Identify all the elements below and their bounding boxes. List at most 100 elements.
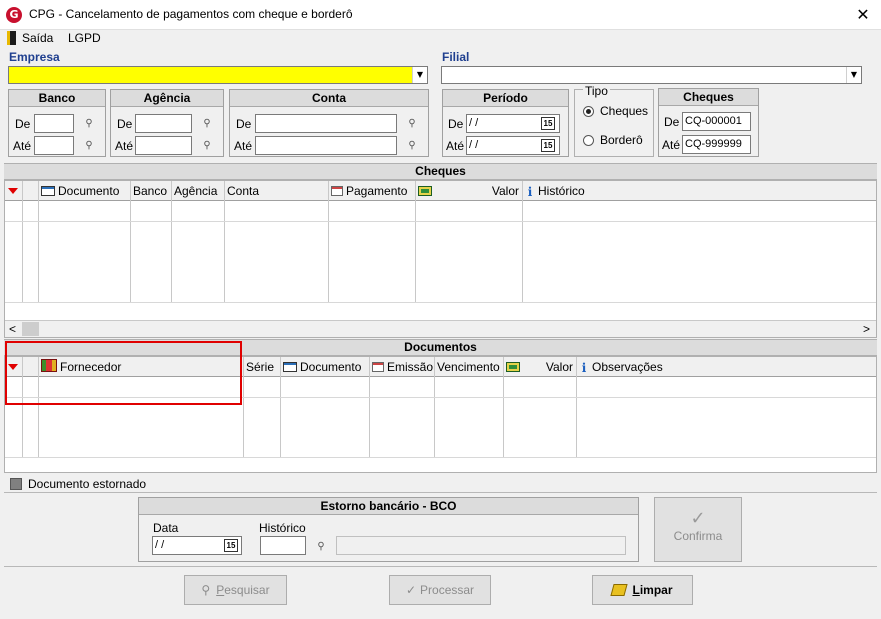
banco-ate-input[interactable] <box>34 136 74 155</box>
check-icon: ✓ <box>690 508 706 529</box>
cheques-h-scrollbar[interactable]: < > <box>5 320 876 337</box>
col-pagamento[interactable]: Pagamento <box>328 181 415 201</box>
conta-de-label: De <box>236 117 252 131</box>
col-banco[interactable]: Banco <box>130 181 171 201</box>
document-icon <box>283 362 297 372</box>
exit-door-icon <box>7 31 16 45</box>
col-emissao[interactable]: Emissão <box>369 357 434 377</box>
window-title: CPG - Cancelamento de pagamentos com che… <box>29 7 353 21</box>
cheques-range-title: Cheques <box>659 89 758 106</box>
cheques-de-input[interactable]: CQ-000001 <box>682 112 751 131</box>
sort-arrow-icon[interactable] <box>8 188 18 194</box>
col-valor[interactable]: Valor <box>503 357 576 377</box>
scroll-left-icon[interactable]: < <box>9 322 16 336</box>
info-icon: i <box>581 361 587 375</box>
col-valor[interactable]: Valor <box>415 181 522 201</box>
binoculars-icon[interactable]: ⚲ <box>83 140 95 151</box>
title-bar: G CPG - Cancelamento de pagamentos com c… <box>0 0 881 30</box>
agencia-group: Agência De ⚲ Até ⚲ <box>110 89 224 157</box>
cheques-de-label: De <box>664 115 680 129</box>
magnifier-icon: ⚲ <box>201 583 211 597</box>
periodo-ate-value: / / <box>469 139 479 151</box>
banco-de-label: De <box>15 117 31 131</box>
filial-label: Filial <box>442 50 470 64</box>
estorno-data-label: Data <box>153 521 179 535</box>
periodo-de-input[interactable]: / / 15 <box>466 114 560 133</box>
conta-ate-label: Até <box>234 139 253 153</box>
estorno-title: Estorno bancário - BCO <box>139 498 638 515</box>
chevron-down-icon[interactable]: ▼ <box>846 67 861 83</box>
periodo-ate-input[interactable]: / / 15 <box>466 136 560 155</box>
tipo-cheques-label[interactable]: Cheques <box>600 104 648 118</box>
estorno-historico-label: Histórico <box>259 521 306 535</box>
money-icon <box>506 362 520 372</box>
col-documento[interactable]: Documento <box>38 181 131 201</box>
cheques-ate-input[interactable]: CQ-999999 <box>682 135 751 154</box>
conta-de-input[interactable] <box>255 114 397 133</box>
calendar-icon[interactable]: 15 <box>541 117 555 130</box>
legend-label: Documento estornado <box>28 477 147 491</box>
binoculars-icon[interactable]: ⚲ <box>315 541 327 552</box>
scroll-thumb[interactable] <box>22 322 39 336</box>
agencia-ate-label: Até <box>115 139 134 153</box>
col-conta[interactable]: Conta <box>224 181 328 201</box>
menu-lgpd[interactable]: LGPD <box>68 31 101 45</box>
tipo-cheques-radio[interactable] <box>583 106 594 117</box>
conta-ate-input[interactable] <box>255 136 397 155</box>
col-observacoes[interactable]: i Observações <box>576 357 876 377</box>
cheques-grid[interactable]: Documento Banco Agência Conta Pagamento … <box>4 180 877 338</box>
calendar-icon <box>372 362 384 372</box>
binoculars-icon[interactable]: ⚲ <box>201 140 213 151</box>
periodo-de-label: De <box>448 117 464 131</box>
estorno-historico-desc <box>336 536 626 555</box>
pesquisar-button[interactable]: ⚲ Pesquisar <box>184 575 287 605</box>
chevron-down-icon[interactable]: ▼ <box>412 67 427 83</box>
banco-title: Banco <box>9 90 105 107</box>
estorno-data-value: / / <box>155 539 165 551</box>
estorno-group: Estorno bancário - BCO Data / / 15 Histó… <box>138 497 639 562</box>
scroll-right-icon[interactable]: > <box>863 322 870 336</box>
col-agencia[interactable]: Agência <box>171 181 224 201</box>
document-icon <box>41 186 55 196</box>
tipo-bordero-label[interactable]: Borderô <box>600 133 643 147</box>
col-serie[interactable]: Série <box>243 357 280 377</box>
col-historico[interactable]: i Histórico <box>522 181 876 201</box>
conta-title: Conta <box>230 90 428 107</box>
agencia-de-input[interactable] <box>135 114 192 133</box>
binoculars-icon[interactable]: ⚲ <box>201 118 213 129</box>
empresa-label: Empresa <box>9 50 60 64</box>
banco-group: Banco De ⚲ Até ⚲ <box>8 89 106 157</box>
banco-ate-label: Até <box>13 139 32 153</box>
periodo-group: Período De / / 15 Até / / 15 <box>442 89 569 157</box>
processar-button[interactable]: ✓ Processar <box>389 575 491 605</box>
tipo-title: Tipo <box>583 84 610 98</box>
calendar-icon[interactable]: 15 <box>541 139 555 152</box>
cheques-range-group: Cheques De CQ-000001 Até CQ-999999 <box>658 88 759 157</box>
filial-combo[interactable]: ▼ <box>441 66 862 84</box>
binoculars-icon[interactable]: ⚲ <box>406 118 418 129</box>
confirma-button[interactable]: ✓ Confirma <box>654 497 742 562</box>
periodo-title: Período <box>443 90 568 107</box>
estorno-data-input[interactable]: / / 15 <box>152 536 242 555</box>
highlight-box <box>5 341 242 405</box>
banco-de-input[interactable] <box>34 114 74 133</box>
limpar-button[interactable]: Limpar <box>592 575 693 605</box>
agencia-ate-input[interactable] <box>135 136 192 155</box>
col-documento[interactable]: Documento <box>280 357 369 377</box>
col-vencimento[interactable]: Vencimento <box>434 357 503 377</box>
calendar-icon <box>331 186 343 196</box>
binoculars-icon[interactable]: ⚲ <box>83 118 95 129</box>
agencia-title: Agência <box>111 90 223 107</box>
legend-swatch <box>10 478 22 490</box>
close-icon[interactable]: ✕ <box>852 4 874 26</box>
calendar-icon[interactable]: 15 <box>224 539 238 552</box>
binoculars-icon[interactable]: ⚲ <box>406 140 418 151</box>
tipo-bordero-radio[interactable] <box>583 135 594 146</box>
empresa-combo[interactable]: ▼ <box>8 66 428 84</box>
app-logo-icon: G <box>6 7 22 23</box>
cheques-section-title: Cheques <box>4 163 877 180</box>
periodo-ate-label: Até <box>446 139 465 153</box>
estorno-historico-code[interactable] <box>260 536 306 555</box>
menu-saida[interactable]: Saída <box>22 31 53 45</box>
check-icon: ✓ <box>405 583 417 597</box>
